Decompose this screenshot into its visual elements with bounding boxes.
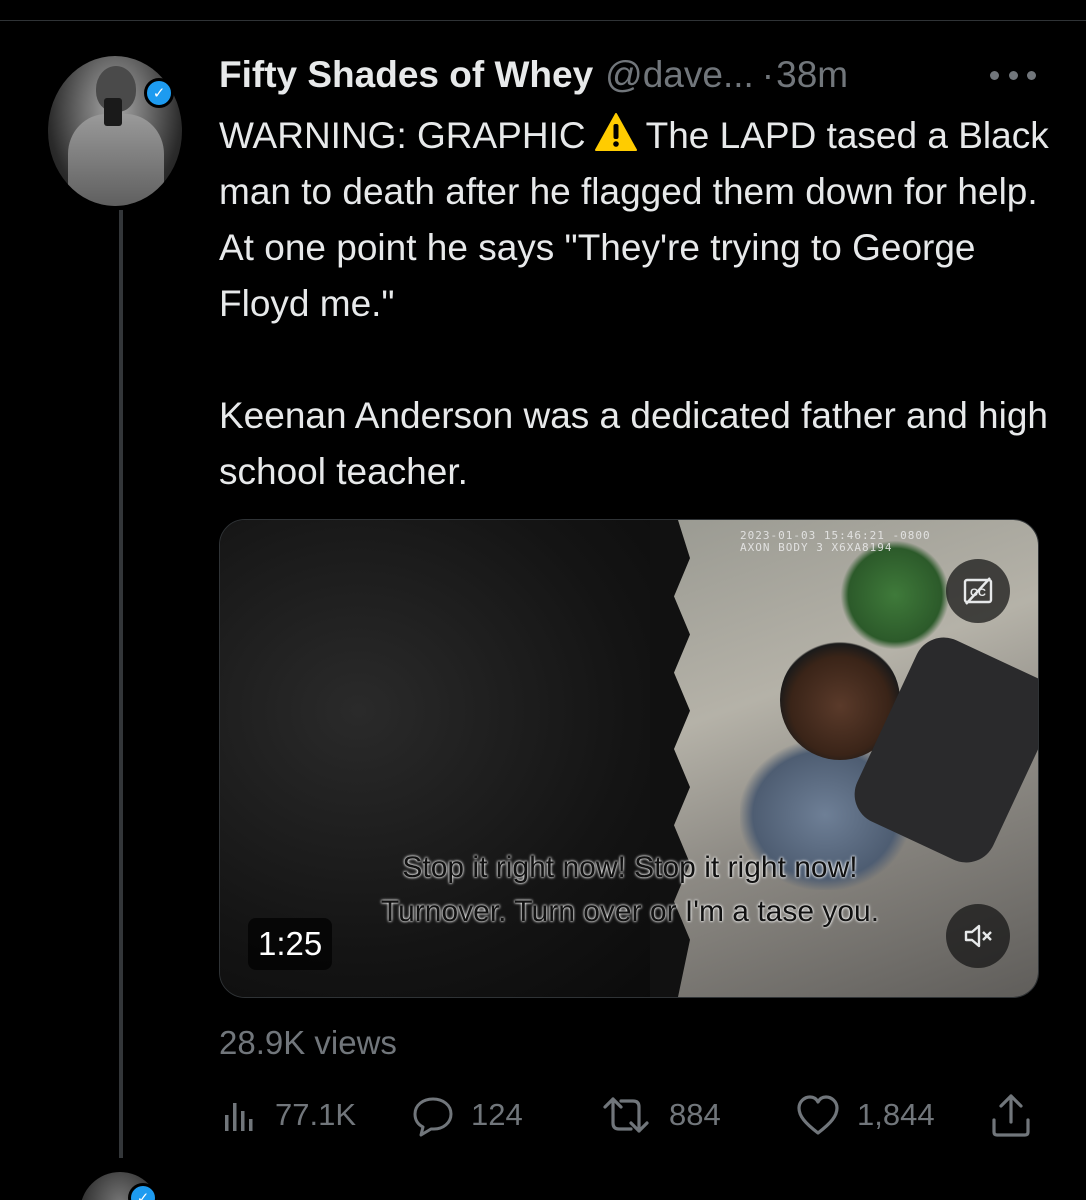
verified-badge-icon: ✓ [144,78,174,108]
display-name[interactable]: Fifty Shades of Whey [219,54,593,96]
bodycam-device-line: AXON BODY 3 X6XA8194 [740,541,893,554]
reply-count: 124 [471,1097,523,1132]
captions-button[interactable]: CC [946,559,1010,623]
heart-icon [797,1095,839,1135]
reply-icon [413,1097,453,1137]
subtitle-line: Stop it right now! Stop it right now! [402,851,858,884]
analytics-button[interactable]: 77.1K [219,1090,356,1140]
analytics-count: 77.1K [275,1097,357,1132]
thread-connector-line [119,210,123,1158]
retweet-count: 884 [669,1097,721,1132]
more-dot [990,70,999,80]
avatar-torso [68,114,164,206]
warning-icon [594,113,637,151]
closed-captions-icon: CC [963,577,993,605]
more-options-icon[interactable] [990,60,1036,90]
share-button[interactable] [989,1090,1033,1140]
like-button[interactable]: 1,844 [795,1090,935,1140]
header-separator: · [761,54,775,95]
tweet-header: Fifty Shades of Whey @dave... · 38m [219,54,1059,100]
video-subtitles: Stop it right now! Stop it right now! Tu… [320,846,940,934]
analytics-icon [225,1103,253,1131]
tweet-paragraph-2: Keenan Anderson was a dedicated father a… [219,395,1049,492]
top-divider [0,20,1086,21]
avatar-phone [104,98,122,126]
mute-button[interactable] [946,904,1010,968]
muted-speaker-icon [964,924,992,948]
reply-button[interactable]: 124 [411,1090,523,1140]
retweet-button[interactable]: 884 [599,1090,721,1140]
video-duration: 1:25 [248,918,333,970]
like-count: 1,844 [857,1097,935,1132]
tweet-timestamp[interactable]: 38m [776,54,848,96]
tweet-text: WARNING: GRAPHIC The LAPD tased a Black m… [219,108,1049,500]
video-player[interactable]: 2023-01-03 15:46:21 -0800 AXON BODY 3 X6X… [219,519,1039,998]
next-verified-badge-icon: ✓ [128,1183,158,1200]
video-frame-plant [840,540,950,650]
tweet-actions-bar: 77.1K 124 884 1,844 [219,1090,1039,1140]
more-dot [1008,70,1018,80]
tweet-paragraph-1: WARNING: GRAPHIC The LAPD tased a Black m… [219,108,1049,332]
retweet-icon [603,1097,649,1133]
bodycam-timestamp: 2023-01-03 15:46:21 -0800 AXON BODY 3 X6X… [740,530,931,554]
share-icon [992,1094,1030,1137]
more-dot [1027,70,1036,80]
user-handle[interactable]: @dave... [605,54,754,96]
subtitle-line: Turnover. Turn over or I'm a tase you. [380,895,880,928]
view-count[interactable]: 28.9K views [219,1024,397,1062]
tweet-warning-label: WARNING: GRAPHIC [219,115,586,156]
